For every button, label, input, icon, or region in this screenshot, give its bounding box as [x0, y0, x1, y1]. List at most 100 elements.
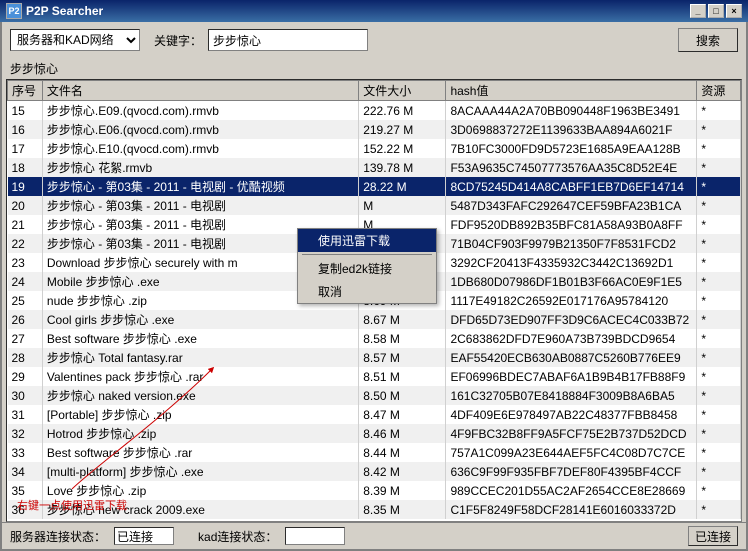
cell-seq: 17 — [8, 139, 43, 158]
cell-seq: 19 — [8, 177, 43, 196]
table-row[interactable]: 26 Cool girls 步步惊心 .exe 8.67 M DFD65D73E… — [8, 310, 741, 329]
table-row[interactable]: 20 步步惊心 - 第03集 - 2011 - 电视剧 M 5487D343FA… — [8, 196, 741, 215]
cell-size: 8.50 M — [359, 386, 446, 405]
cell-hash: 5487D343FAFC292647CEF59BFA23B1CA — [446, 196, 697, 215]
cell-hash: 636C9F99F935FBF7DEF80F4395BF4CCF — [446, 462, 697, 481]
cell-res: * — [697, 120, 741, 139]
table-row[interactable]: 16 步步惊心.E06.(qvocd.com).rmvb 219.27 M 3D… — [8, 120, 741, 139]
cell-res: * — [697, 405, 741, 424]
table-row[interactable]: 27 Best software 步步惊心 .exe 8.58 M 2C6838… — [8, 329, 741, 348]
cell-name: 步步惊心 naked version.exe — [42, 386, 358, 405]
table-row[interactable]: 18 步步惊心 花絮.rmvb 139.78 M F53A9635C745077… — [8, 158, 741, 177]
cell-seq: 23 — [8, 253, 43, 272]
window-controls: _ □ × — [690, 4, 742, 18]
table-row[interactable]: 29 Valentines pack 步步惊心 .rar 8.51 M EF06… — [8, 367, 741, 386]
cell-size: M — [359, 196, 446, 215]
table-row[interactable]: 17 步步惊心.E10.(qvocd.com).rmvb 152.22 M 7B… — [8, 139, 741, 158]
cell-res: * — [697, 158, 741, 177]
cell-res: * — [697, 348, 741, 367]
keyword-label: 关键字： — [154, 32, 202, 49]
table-row[interactable]: 31 [Portable] 步步惊心 .zip 8.47 M 4DF409E6E… — [8, 405, 741, 424]
cell-name: 步步惊心 - 第03集 - 2011 - 电视剧 — [42, 196, 358, 215]
close-button[interactable]: × — [726, 4, 742, 18]
cell-size: 8.47 M — [359, 405, 446, 424]
title-text: P2P Searcher — [26, 4, 103, 18]
cell-name: Best software 步步惊心 .rar — [42, 443, 358, 462]
cell-seq: 22 — [8, 234, 43, 253]
cell-name: 步步惊心.E06.(qvocd.com).rmvb — [42, 120, 358, 139]
cell-size: 8.67 M — [359, 310, 446, 329]
cell-name: Valentines pack 步步惊心 .rar — [42, 367, 358, 386]
main-window: 服务器和KAD网络仅服务器仅KAD网络 关键字： 搜索 步步惊心 序号 文件名 — [0, 22, 748, 551]
cell-res: * — [697, 481, 741, 500]
context-menu-item-download-xunlei[interactable]: 使用迅雷下载 — [298, 229, 436, 252]
connected-button[interactable]: 已连接 — [688, 526, 738, 546]
table-row[interactable]: 30 步步惊心 naked version.exe 8.50 M 161C327… — [8, 386, 741, 405]
header-hash: hash值 — [446, 81, 697, 101]
cell-size: 219.27 M — [359, 120, 446, 139]
cell-hash: 3D0698837272E1139633BAA894A6021F — [446, 120, 697, 139]
breadcrumb: 步步惊心 — [2, 58, 746, 79]
table-row[interactable]: 32 Hotrod 步步惊心 .zip 8.46 M 4F9FBC32B8FF9… — [8, 424, 741, 443]
cell-hash: 4F9FBC32B8FF9A5FCF75E2B737D52DCD — [446, 424, 697, 443]
cell-name: [multi-platform] 步步惊心 .exe — [42, 462, 358, 481]
cell-hash: 71B04CF903F9979B21350F7F8531FCD2 — [446, 234, 697, 253]
cell-size: 8.57 M — [359, 348, 446, 367]
cell-res: * — [697, 424, 741, 443]
table-row[interactable]: 15 步步惊心.E09.(qvocd.com).rmvb 222.76 M 8A… — [8, 101, 741, 121]
cell-size: 8.46 M — [359, 424, 446, 443]
kad-status-input[interactable] — [285, 527, 345, 545]
cell-res: * — [697, 272, 741, 291]
cell-name: Cool girls 步步惊心 .exe — [42, 310, 358, 329]
cell-res: * — [697, 386, 741, 405]
context-menu-item-copy-ed2k[interactable]: 复制ed2k链接 — [298, 257, 436, 280]
header-seq: 序号 — [8, 81, 43, 101]
cell-hash: 3292CF20413F4335932C3442C13692D1 — [446, 253, 697, 272]
keyword-input[interactable] — [208, 29, 368, 51]
cell-hash: FDF9520DB892B35BFC81A58A93B0A8FF — [446, 215, 697, 234]
cell-name: 步步惊心 - 第03集 - 2011 - 电视剧 - 优酷视频 — [42, 177, 358, 196]
table-row[interactable]: 35 Love 步步惊心 .zip 8.39 M 989CCEC201D55AC… — [8, 481, 741, 500]
cell-hash: 757A1C099A23E644AEF5FC4C08D7C7CE — [446, 443, 697, 462]
table-row[interactable]: 36 步步惊心 new crack 2009.exe 8.35 M C1F5F8… — [8, 500, 741, 519]
cell-name: 步步惊心.E10.(qvocd.com).rmvb — [42, 139, 358, 158]
header-size: 文件大小 — [359, 81, 446, 101]
cell-seq: 34 — [8, 462, 43, 481]
cell-res: * — [697, 462, 741, 481]
cell-hash: EF06996BDEC7ABAF6A1B9B4B17FB88F9 — [446, 367, 697, 386]
cell-seq: 35 — [8, 481, 43, 500]
cell-seq: 36 — [8, 500, 43, 519]
table-row[interactable]: 34 [multi-platform] 步步惊心 .exe 8.42 M 636… — [8, 462, 741, 481]
cell-size: 152.22 M — [359, 139, 446, 158]
table-row[interactable]: 33 Best software 步步惊心 .rar 8.44 M 757A1C… — [8, 443, 741, 462]
cell-res: * — [697, 196, 741, 215]
cell-seq: 29 — [8, 367, 43, 386]
search-button[interactable]: 搜索 — [678, 28, 738, 52]
cell-seq: 31 — [8, 405, 43, 424]
cell-name: Love 步步惊心 .zip — [42, 481, 358, 500]
minimize-button[interactable]: _ — [690, 4, 706, 18]
cell-hash: 2C683862DFD7E960A73B739BDCD9654 — [446, 329, 697, 348]
cell-res: * — [697, 310, 741, 329]
maximize-button[interactable]: □ — [708, 4, 724, 18]
server-status-label: 服务器连接状态： — [10, 528, 106, 545]
cell-hash: EAF55420ECB630AB0887C5260B776EE9 — [446, 348, 697, 367]
table-row[interactable]: 19 步步惊心 - 第03集 - 2011 - 电视剧 - 优酷视频 28.22… — [8, 177, 741, 196]
table-header-row: 序号 文件名 文件大小 hash值 资源 — [8, 81, 741, 101]
cell-res: * — [697, 291, 741, 310]
cell-size: 8.35 M — [359, 500, 446, 519]
table-row[interactable]: 28 步步惊心 Total fantasy.rar 8.57 M EAF5542… — [8, 348, 741, 367]
status-bar: 服务器连接状态： kad连接状态： 已连接 — [2, 522, 746, 549]
cell-hash: 8ACAAA44A2A70BB090448F1963BE3491 — [446, 101, 697, 121]
cell-res: * — [697, 215, 741, 234]
server-status-input[interactable] — [114, 527, 174, 545]
title-bar: P2 P2P Searcher _ □ × — [0, 0, 748, 22]
cell-seq: 20 — [8, 196, 43, 215]
cell-seq: 28 — [8, 348, 43, 367]
cell-size: 139.78 M — [359, 158, 446, 177]
cell-size: 8.51 M — [359, 367, 446, 386]
context-menu-item-cancel[interactable]: 取消 — [298, 280, 436, 303]
cell-res: * — [697, 329, 741, 348]
cell-hash: 989CCEC201D55AC2AF2654CCE8E28669 — [446, 481, 697, 500]
server-select[interactable]: 服务器和KAD网络仅服务器仅KAD网络 — [10, 29, 140, 51]
